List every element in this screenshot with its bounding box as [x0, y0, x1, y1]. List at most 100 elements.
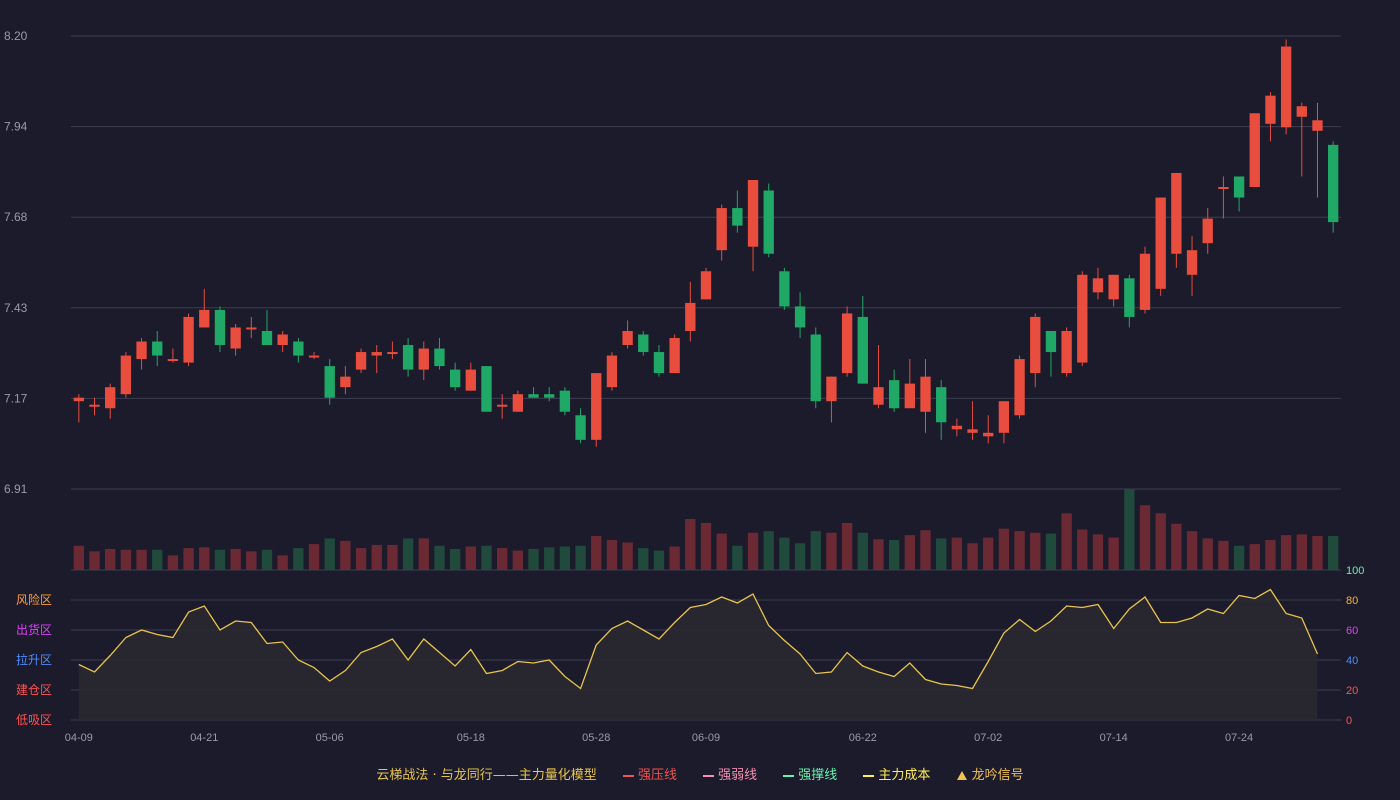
yellow-dashed-line-icon: [863, 774, 875, 777]
candle-body: [214, 309, 226, 346]
candle-body: [685, 302, 696, 331]
candle-body: [1280, 46, 1292, 128]
volume-bar: [418, 538, 429, 570]
volume-bar: [716, 533, 727, 570]
volume-bar: [967, 543, 978, 570]
volume-bar: [1077, 529, 1088, 570]
volume-bar: [669, 546, 680, 570]
legend-item-cost[interactable]: 主力成本: [863, 764, 930, 783]
indicator-axis: 100 80 60 40 20 0: [1346, 565, 1364, 727]
volume-bar: [638, 548, 649, 570]
volume-bar: [1327, 535, 1339, 570]
candle-body: [434, 348, 445, 367]
candle-body: [512, 394, 524, 412]
volume-bar: [983, 537, 994, 570]
volume-bar: [402, 538, 414, 570]
volume-bar: [152, 549, 163, 570]
candle-body: [152, 341, 163, 356]
candle-body: [763, 190, 774, 254]
candle-body: [105, 387, 116, 409]
candle-body: [167, 359, 179, 362]
candle-body: [700, 271, 712, 300]
candle-body: [653, 352, 665, 374]
volume-bar: [732, 545, 743, 570]
volume-bar: [920, 530, 931, 570]
volume-bar: [1108, 537, 1119, 570]
candle-body: [1218, 187, 1229, 189]
candle-body: [857, 316, 868, 384]
pink-dashed-line-icon: [703, 774, 715, 777]
candle-body: [810, 334, 821, 402]
volume-bar: [763, 531, 774, 570]
volume-bar: [1092, 534, 1104, 570]
date-tick-label: 07-02: [974, 732, 1002, 744]
candle-body: [998, 401, 1010, 433]
candle-body: [1092, 278, 1104, 293]
volume-bar: [1171, 523, 1182, 570]
volume-bar: [293, 548, 304, 570]
volume-bars: [73, 489, 1339, 570]
legend-item-strength[interactable]: 强弱线: [703, 764, 757, 783]
candle-body: [277, 334, 288, 346]
volume-bar: [653, 550, 665, 570]
candle-body: [1155, 197, 1166, 289]
volume-bar: [841, 523, 853, 570]
price-tick-label: 7.94: [4, 120, 28, 134]
volume-bar: [183, 548, 194, 570]
volume-bar: [559, 546, 571, 570]
candle-body: [73, 397, 85, 402]
date-tick-label: 06-22: [849, 732, 877, 744]
price-axis: 8.20 7.94 7.68 7.43 7.17 6.91: [4, 29, 28, 496]
indicator-tick-label: 100: [1346, 565, 1364, 577]
candle-body: [230, 327, 241, 349]
candle-body: [669, 338, 680, 374]
candle-body: [920, 376, 931, 412]
volume-bar: [951, 537, 963, 570]
volume-bar: [277, 555, 288, 570]
legend-item-signal[interactable]: 龙吟信号: [956, 764, 1024, 783]
candle-body: [1108, 274, 1119, 300]
volume-bar: [1030, 532, 1041, 570]
zone-labels: 风险区出货区拉升区建仓区低吸区: [16, 592, 52, 727]
candle-body: [355, 352, 367, 370]
candle-body: [716, 208, 727, 251]
grid-lines: [71, 35, 1341, 490]
volume-bar: [246, 551, 257, 570]
volume-bar: [873, 539, 884, 570]
candle-body: [732, 208, 743, 226]
volume-bar: [998, 528, 1010, 570]
legend: 云梯战法 · 与龙同行——主力量化模型 强压线 强弱线 强撑线 主力成本 龙吟信…: [0, 764, 1400, 783]
volume-bar: [1124, 489, 1135, 570]
zone-label: 风险区: [16, 592, 52, 607]
volume-bar: [199, 547, 210, 570]
candle-body: [1139, 253, 1151, 310]
candle-body: [559, 390, 571, 412]
volume-bar: [888, 540, 900, 570]
volume-bar: [449, 548, 461, 570]
candle-body: [873, 387, 884, 405]
legend-item-model[interactable]: 云梯战法 · 与龙同行——主力量化模型: [376, 764, 596, 783]
candle-body: [89, 404, 100, 407]
date-tick-label: 05-06: [316, 732, 344, 744]
candle-body: [120, 355, 132, 395]
candle-body: [591, 373, 602, 440]
volume-bar: [1249, 544, 1260, 570]
zone-label: 建仓区: [16, 683, 52, 697]
date-axis: 04-09 04-21 05-06 05-18 05-28 06-09 06-22 07-02…: [65, 732, 1253, 744]
volume-bar: [700, 523, 712, 570]
candle-body: [387, 352, 398, 355]
volume-bar: [105, 548, 116, 570]
legend-item-support[interactable]: 强撑线: [783, 764, 837, 783]
candle-body: [1233, 176, 1245, 198]
volume-bar: [904, 535, 916, 570]
candle-body: [1014, 359, 1025, 416]
volume-bar: [355, 548, 367, 570]
volume-bar: [1218, 540, 1229, 570]
candle-body: [1327, 144, 1339, 223]
date-tick-label: 04-09: [65, 732, 93, 744]
volume-bar: [230, 548, 241, 570]
volume-bar: [167, 555, 179, 570]
volume-bar: [1045, 533, 1057, 570]
legend-item-resistance[interactable]: 强压线: [622, 764, 677, 783]
candle-body: [1061, 330, 1072, 374]
